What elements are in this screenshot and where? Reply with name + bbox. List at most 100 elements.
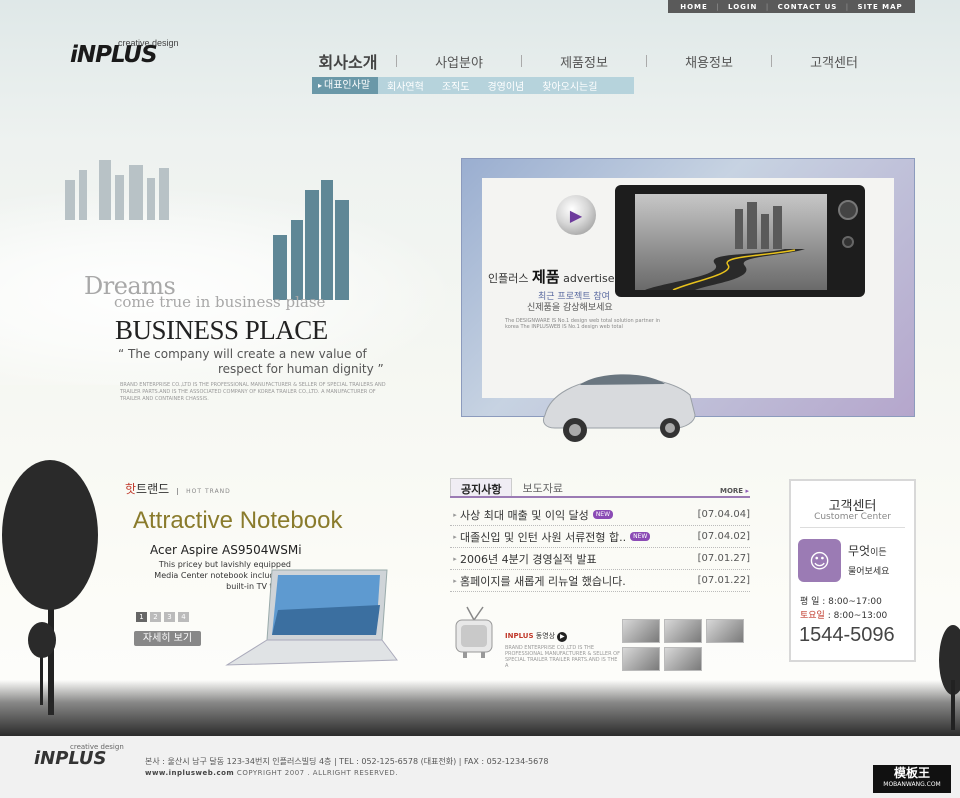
notice-date: [07.01.22] <box>697 575 750 586</box>
thumbnail-earphones[interactable] <box>622 647 660 671</box>
road-scene-image <box>635 194 827 290</box>
subnav-philosophy[interactable]: 경영이념 <box>478 78 533 93</box>
product-label: 인플러스 제품 advertise <box>488 266 614 287</box>
notebook-title: Attractive Notebook <box>133 507 343 534</box>
tab-press[interactable]: 보도자료 <box>512 478 572 496</box>
nav-customer[interactable]: 고객센터 <box>772 52 896 71</box>
list-item[interactable]: ▸ 대졸신입 및 인턴 사원 서류전형 합.. NEW [07.04.02] <box>450 526 750 548</box>
nav-company[interactable]: 회사소개 <box>300 49 396 73</box>
hot-trend-sub: HOT TRAND <box>177 488 231 495</box>
footer-logo[interactable]: iNPLUS creative design <box>34 743 124 769</box>
hot-trend-pager: 1 2 3 4 <box>136 612 189 622</box>
subnav-history[interactable]: 회사연혁 <box>378 78 433 93</box>
footer-address: 본사 : 울산시 남구 달동 123-34번지 인플러스빌딩 4층 | TEL … <box>145 757 549 766</box>
hero-company-text: BRAND ENTERPRISE CO.,LTD IS THE PROFESSI… <box>120 382 386 402</box>
notice-title: 2006년 4분기 경영실적 발표 <box>460 552 597 566</box>
product-word: 제품 <box>531 268 560 286</box>
customer-center-sub: Customer Center <box>814 512 891 522</box>
logo-tagline: creative design <box>118 38 179 48</box>
video-link[interactable]: INPLUS 동영상 ▶ <box>505 631 568 642</box>
nav-careers[interactable]: 채용정보 <box>647 52 771 71</box>
view-detail-button[interactable]: 자세히 보기 <box>134 631 201 646</box>
ask-line2: 물어보세요 <box>848 567 890 577</box>
tab-notice[interactable]: 공지사항 <box>450 478 513 496</box>
subnav-organization[interactable]: 조직도 <box>433 78 479 93</box>
bullet-icon: ▸ <box>453 554 457 563</box>
footer-url[interactable]: www.inplusweb.com <box>145 769 234 777</box>
page-3-button[interactable]: 3 <box>164 612 175 622</box>
sub-nav: 대표인사말 회사연혁 조직도 경영이념 찾아오시는길 <box>312 77 634 94</box>
notice-title: 대졸신입 및 인턴 사원 서류전형 합.. <box>460 530 627 544</box>
subnav-directions[interactable]: 찾아오시는길 <box>533 78 606 93</box>
hero-title: BUSINESS PLACE <box>115 315 328 345</box>
headset-icon: ☺ <box>798 539 841 582</box>
saturday-label: 토요일 <box>800 611 825 621</box>
product-sub-line2: 신제품을 감상해보세요 <box>527 303 613 313</box>
notice-title: 사상 최대 매출 및 이익 달성 <box>460 508 589 522</box>
ask-line1: 무엇 <box>848 544 871 558</box>
divider: | <box>716 2 720 11</box>
footer-logo-mark: iNPLUS <box>34 748 107 769</box>
bullet-icon: ▸ <box>453 510 457 519</box>
divider: | <box>845 2 850 11</box>
notice-date: [07.04.04] <box>697 509 750 520</box>
tv-button-icon <box>842 236 854 248</box>
notice-date: [07.04.02] <box>697 531 750 542</box>
play-button[interactable]: ▶ <box>556 195 596 235</box>
product-small-text: The DESIGNWARE IS No.1 design web total … <box>505 318 661 330</box>
product-advertise: advertise <box>563 272 615 285</box>
video-brand: INPLUS <box>505 632 534 640</box>
copyright-text: COPYRIGHT 2007 . ALLRIGHT RESERVED. <box>234 769 398 777</box>
sitemap-link[interactable]: SITE MAP <box>858 3 903 11</box>
thumbnail-phone[interactable] <box>622 619 660 643</box>
business-hours: 평 일 : 8:00~17:00 토요일 : 8:00~13:00 <box>800 595 887 623</box>
board-tabs: 공지사항 보도자료 <box>450 478 750 498</box>
play-icon: ▶ <box>557 632 568 642</box>
play-icon: ▶ <box>569 205 583 225</box>
notice-date: [07.01.27] <box>697 553 750 564</box>
tv-knob-icon <box>838 200 858 220</box>
page-2-button[interactable]: 2 <box>150 612 161 622</box>
notebook-model: Acer Aspire AS9504WSMi <box>150 543 302 557</box>
ask-anything[interactable]: 무엇이든 물어보세요 <box>848 543 889 581</box>
more-link[interactable]: MORE <box>720 487 749 495</box>
subnav-ceo-greeting[interactable]: 대표인사말 <box>312 77 379 94</box>
divider <box>800 527 905 528</box>
contact-link[interactable]: CONTACT US <box>778 3 838 11</box>
login-link[interactable]: LOGIN <box>728 3 757 11</box>
list-item[interactable]: ▸ 2006년 4분기 경영실적 발표 [07.01.27] <box>450 548 750 570</box>
grass-silhouette <box>0 680 960 736</box>
watermark: 模板王 MOBANWANG.COM <box>873 765 951 793</box>
list-item[interactable]: ▸ 사상 최대 매출 및 이익 달성 NEW [07.04.04] <box>450 504 750 526</box>
page-1-button[interactable]: 1 <box>136 612 147 622</box>
watermark-url: MOBANWANG.COM <box>883 781 941 788</box>
bullet-icon: ▸ <box>453 532 457 541</box>
notice-title: 홈페이지를 새롭게 리뉴얼 했습니다. <box>460 574 626 588</box>
weekday-hours: 평 일 : 8:00~17:00 <box>800 597 882 607</box>
video-label: 동영상 <box>535 632 556 640</box>
hot-trend-hot: 핫 <box>125 482 137 496</box>
divider: | <box>765 2 770 11</box>
bullet-icon: ▸ <box>453 576 457 585</box>
nav-products[interactable]: 제품정보 <box>522 52 646 71</box>
thumbnail-keyboard[interactable] <box>664 619 702 643</box>
product-thumbnails <box>622 619 750 671</box>
main-nav: 회사소개 사업분야 제품정보 채용정보 고객센터 <box>300 48 900 74</box>
retro-tv-icon <box>455 606 493 658</box>
hero-come-true: come true in business plase <box>114 293 326 311</box>
video-small-text: BRAND ENTERPRISE CO.,LTD IS THE PROFESSI… <box>505 645 620 669</box>
list-item[interactable]: ▸ 홈페이지를 새롭게 리뉴얼 했습니다. [07.01.22] <box>450 570 750 592</box>
tree-silhouette-image <box>2 460 98 715</box>
hot-trend-heading: 핫트랜드 HOT TRAND <box>125 480 231 497</box>
thumbnail-gadget[interactable] <box>664 647 702 671</box>
nav-business[interactable]: 사업분야 <box>397 52 521 71</box>
footer-logo-tagline: creative design <box>70 743 124 751</box>
notice-list: ▸ 사상 최대 매출 및 이익 달성 NEW [07.04.04] ▸ 대졸신입… <box>450 504 750 592</box>
hero-quote-line1: “ The company will create a new value of <box>118 347 367 361</box>
watermark-title: 模板王 <box>893 766 930 780</box>
site-logo[interactable]: iNPLUS creative design <box>70 38 179 68</box>
page-4-button[interactable]: 4 <box>178 612 189 622</box>
thumbnail-device[interactable] <box>706 619 744 643</box>
home-link[interactable]: HOME <box>680 3 708 11</box>
laptop-image <box>225 569 398 666</box>
